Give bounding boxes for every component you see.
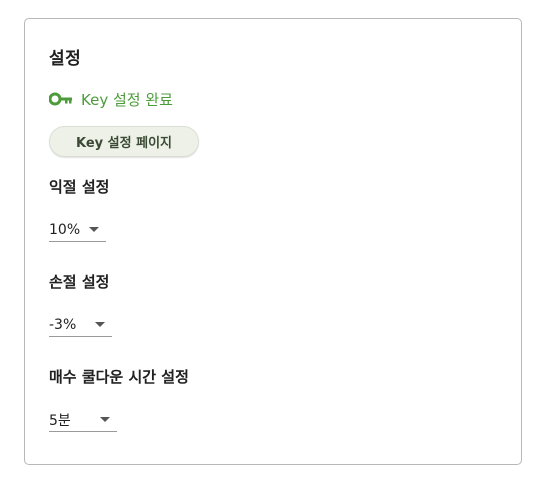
key-settings-page-button[interactable]: Key 설정 페이지 <box>49 126 199 157</box>
key-icon <box>49 92 72 106</box>
key-status-text: Key 설정 완료 <box>81 90 173 109</box>
loss-setting-label: 손절 설정 <box>49 273 110 291</box>
profit-setting-label: 익절 설정 <box>49 178 110 196</box>
chevron-down-icon <box>89 227 99 232</box>
settings-card: 설정 Key 설정 완료 Key 설정 페이지 익절 설정 10% 손절 설정 … <box>24 18 522 465</box>
cooldown-setting-label: 매수 쿨다운 시간 설정 <box>49 368 189 386</box>
loss-setting-value: -3% <box>49 316 77 333</box>
profit-setting-value: 10% <box>49 221 81 238</box>
cooldown-setting-select[interactable]: 5분 <box>49 408 117 432</box>
profit-setting-select[interactable]: 10% <box>49 218 106 242</box>
loss-setting-select[interactable]: -3% <box>49 313 112 337</box>
chevron-down-icon <box>95 322 105 327</box>
cooldown-setting-value: 5분 <box>49 412 71 429</box>
settings-title: 설정 <box>49 49 82 69</box>
key-status: Key 설정 완료 <box>49 89 173 109</box>
chevron-down-icon <box>100 417 110 422</box>
